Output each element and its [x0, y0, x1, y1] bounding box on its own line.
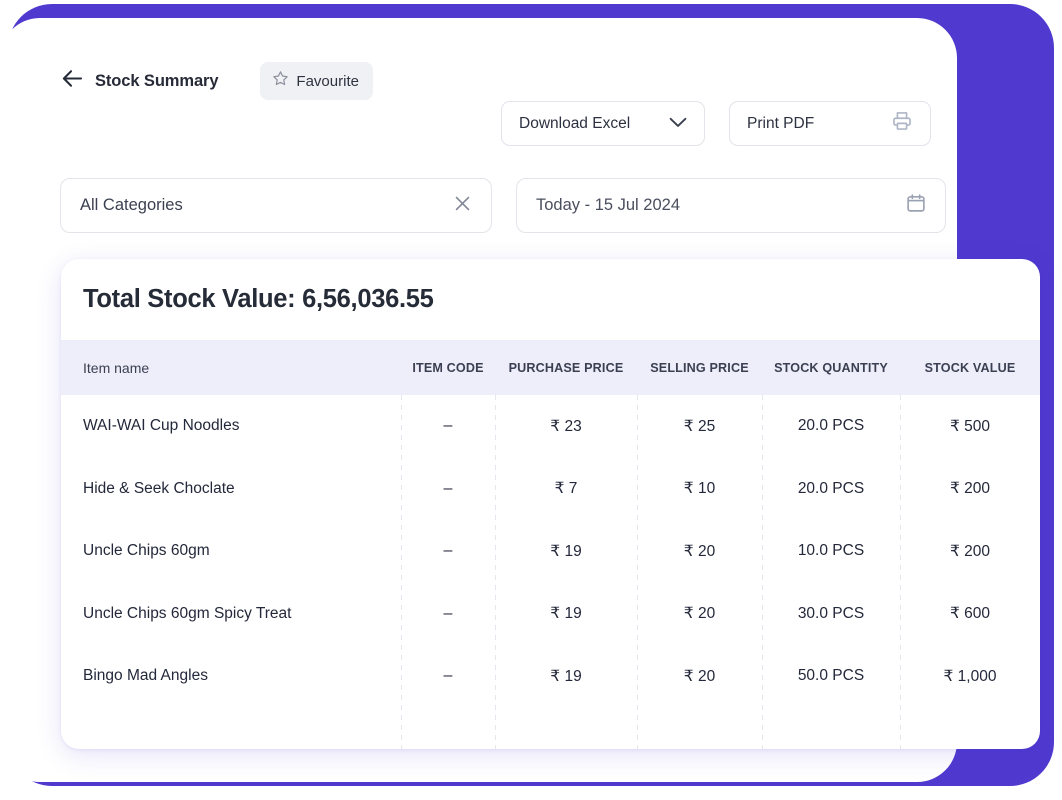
total-stock-value-bar: Total Stock Value: 6,56,036.55 [61, 259, 1040, 340]
column-header-selling-price: SELLING PRICE [650, 360, 749, 375]
cell-stock-value: ₹ 200 [949, 480, 991, 498]
cell-selling-price: ₹ 20 [683, 605, 716, 623]
chevron-down-icon[interactable] [669, 115, 687, 133]
page-title: Stock Summary [95, 71, 219, 90]
category-filter[interactable]: All Categories [60, 178, 492, 233]
cell-selling-price: ₹ 10 [683, 480, 716, 498]
cell-stock-quantity: 10.0 PCS [797, 542, 865, 560]
category-filter-value: All Categories [80, 196, 183, 214]
close-x-icon[interactable] [452, 193, 473, 219]
cell-purchase-price: ₹ 7 [554, 480, 578, 498]
cell-item-name: WAI-WAI Cup Noodles [83, 417, 240, 435]
table-body: WAI-WAI Cup Noodles – ₹ 23 ₹ 25 20.0 PCS… [61, 395, 1040, 749]
favourite-button[interactable]: Favourite [260, 62, 373, 100]
table-header-row: Item name ITEM CODE PURCHASE PRICE SELLI… [61, 340, 1040, 395]
filter-row: All Categories Today - 15 Jul 2024 [60, 178, 946, 233]
back-navigation[interactable]: Stock Summary [62, 69, 219, 93]
column-header-item-name: Item name [83, 359, 150, 376]
cell-stock-value: ₹ 200 [949, 542, 991, 560]
print-pdf-label: Print PDF [747, 114, 815, 132]
column-divider [900, 395, 901, 749]
download-excel-button[interactable]: Download Excel [501, 101, 705, 146]
cell-stock-value: ₹ 600 [949, 605, 991, 623]
total-stock-value-label: Total Stock Value: 6,56,036.55 [83, 285, 434, 313]
cell-item-code: – [443, 604, 453, 622]
cell-stock-value: ₹ 500 [949, 417, 991, 435]
column-divider [762, 395, 763, 749]
cell-stock-quantity: 50.0 PCS [797, 667, 865, 685]
cell-item-name: Hide & Seek Choclate [83, 479, 235, 497]
cell-item-code: – [443, 542, 453, 560]
column-divider [401, 395, 402, 749]
cell-item-name: Uncle Chips 60gm [83, 542, 210, 560]
column-divider [637, 395, 638, 749]
cell-stock-value: ₹ 1,000 [943, 667, 997, 685]
table-row[interactable]: Uncle Chips 60gm – ₹ 19 ₹ 20 10.0 PCS ₹ … [61, 520, 1040, 583]
column-divider [495, 395, 496, 749]
page-header: Stock Summary Favourite [62, 62, 373, 100]
cell-selling-price: ₹ 20 [683, 667, 716, 685]
app-root: Stock Summary Favourite Download Excel P… [0, 0, 1062, 800]
column-header-item-code: ITEM CODE [412, 360, 484, 375]
cell-item-name: Bingo Mad Angles [83, 667, 208, 685]
column-header-purchase-price: PURCHASE PRICE [508, 360, 624, 375]
cell-stock-quantity: 30.0 PCS [797, 604, 865, 622]
cell-purchase-price: ₹ 19 [550, 542, 582, 560]
cell-stock-quantity: 20.0 PCS [797, 479, 865, 497]
download-excel-label: Download Excel [519, 114, 631, 132]
date-range-value: Today - 15 Jul 2024 [536, 196, 681, 214]
cell-purchase-price: ₹ 19 [550, 605, 582, 623]
date-range-filter[interactable]: Today - 15 Jul 2024 [516, 178, 946, 233]
table-row[interactable]: WAI-WAI Cup Noodles – ₹ 23 ₹ 25 20.0 PCS… [61, 395, 1040, 458]
cell-purchase-price: ₹ 19 [550, 667, 582, 685]
column-header-stock-value: STOCK VALUE [924, 360, 1016, 375]
cell-item-code: – [443, 667, 453, 685]
star-outline-icon [272, 70, 289, 92]
cell-item-name: Uncle Chips 60gm Spicy Treat [83, 604, 292, 622]
favourite-label: Favourite [296, 72, 359, 90]
stock-table-card: Total Stock Value: 6,56,036.55 Item name… [61, 259, 1040, 749]
cell-selling-price: ₹ 20 [683, 542, 716, 560]
calendar-icon[interactable] [905, 192, 927, 219]
cell-purchase-price: ₹ 23 [550, 417, 582, 435]
cell-item-code: – [443, 417, 453, 435]
arrow-left-icon[interactable] [62, 69, 83, 93]
table-row[interactable]: Uncle Chips 60gm Spicy Treat – ₹ 19 ₹ 20… [61, 582, 1040, 645]
cell-stock-quantity: 20.0 PCS [797, 417, 865, 435]
stock-table: Item name ITEM CODE PURCHASE PRICE SELLI… [61, 340, 1040, 749]
cell-item-code: – [443, 479, 453, 497]
action-button-row: Download Excel Print PDF [501, 101, 931, 146]
cell-selling-price: ₹ 25 [683, 417, 716, 435]
column-header-stock-quantity: STOCK QUANTITY [774, 360, 888, 375]
printer-icon[interactable] [891, 110, 913, 137]
table-row[interactable]: Bingo Mad Angles – ₹ 19 ₹ 20 50.0 PCS ₹ … [61, 645, 1040, 708]
table-row[interactable]: Hide & Seek Choclate – ₹ 7 ₹ 10 20.0 PCS… [61, 457, 1040, 520]
print-pdf-button[interactable]: Print PDF [729, 101, 931, 146]
